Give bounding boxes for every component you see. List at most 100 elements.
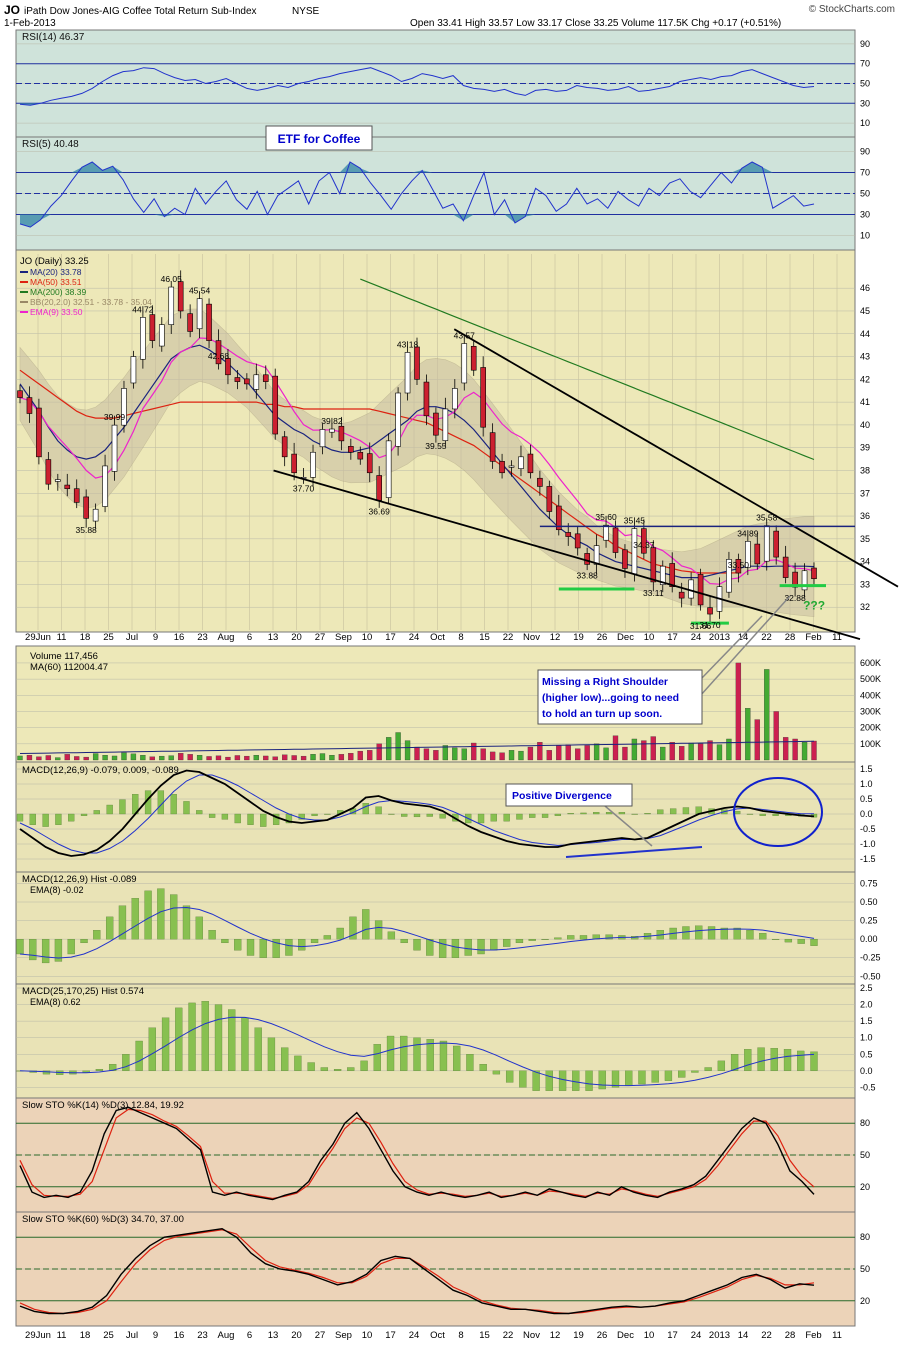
volume-tick-0: 600K [860, 658, 881, 668]
x-axis-top-label: 6 [247, 632, 252, 643]
candle-body [149, 314, 156, 341]
x-axis-top-label: 9 [153, 632, 158, 643]
macd-long-bar [148, 1027, 156, 1071]
macd-long-tick-2: 1.5 [860, 1016, 873, 1026]
x-axis-bottom-label: 11 [832, 1330, 842, 1341]
rsi14-label: RSI(14) 46.37 [22, 32, 85, 43]
volume-bar [253, 754, 259, 761]
macd-hist-label: MACD(12,26,9) Hist -0.089 [22, 874, 137, 885]
candle-body [470, 345, 477, 371]
macd-long-bar [453, 1045, 461, 1071]
macd-hist-bar [438, 938, 447, 958]
volume-bar [546, 750, 552, 761]
candle-body [111, 424, 118, 472]
volume-bar [603, 747, 609, 761]
volume-bar [159, 755, 165, 761]
macd-hist-bar [221, 938, 229, 944]
macd-histogram-bar [170, 794, 177, 815]
macd-long-bar [413, 1037, 421, 1071]
volume-bar [36, 756, 42, 761]
price-tick-8: 38 [860, 465, 870, 475]
macd-tick-3: 0.0 [860, 809, 873, 819]
macd-hist-bar [579, 935, 588, 940]
macd-hist-bar [285, 938, 293, 956]
price-annotation: 34.37 [633, 540, 655, 550]
volume-bar [206, 756, 212, 761]
volume-bar [272, 756, 278, 761]
x-axis-top-label: 11 [832, 632, 842, 643]
price-annotation: 34.89 [737, 528, 759, 538]
x-axis-top-label: 27 [315, 632, 326, 643]
x-axis-top-label: 10 [362, 632, 373, 643]
candle-body [102, 465, 108, 507]
candle-body [357, 451, 364, 460]
x-axis-top-label: Nov [523, 632, 540, 643]
macd-histogram-bar [477, 813, 485, 824]
macd-hist-bar [707, 926, 716, 940]
rsi5-tick-0: 90 [860, 147, 870, 157]
x-axis-bottom-label: 17 [667, 1330, 678, 1341]
rsi14-tick-2: 50 [860, 79, 870, 89]
volume-bar [45, 755, 52, 761]
macd-hist-bar [80, 938, 88, 944]
candle-body [442, 408, 449, 441]
price-annotation: 33.50 [728, 560, 750, 570]
chart-date: 1-Feb-2013 [4, 18, 56, 29]
macd-hist-bar [413, 938, 421, 951]
candle-body [272, 375, 279, 435]
macd-hist-bar [208, 930, 216, 940]
candle-body [782, 556, 789, 578]
macd-tick-6: -1.5 [860, 854, 876, 864]
macd-long-bar [307, 1062, 315, 1071]
x-axis-top-label: 28 [785, 632, 796, 643]
macd-histogram-bar [401, 813, 408, 817]
candle-body [603, 524, 609, 541]
macd-long-tick-5: 0.0 [860, 1066, 873, 1076]
macd-hist-bar [336, 927, 344, 940]
macd-histogram-bar [68, 813, 75, 822]
x-axis-bottom-label: 17 [385, 1330, 396, 1341]
macd-label: MACD(12,26,9) -0.079, 0.009, -0.089 [22, 765, 179, 776]
price-annotation: 35.88 [76, 525, 98, 535]
volume-bar [697, 743, 704, 761]
price-tick-5: 41 [860, 397, 870, 407]
x-axis-bottom-label: 10 [644, 1330, 655, 1341]
volume-bar [518, 750, 524, 761]
volume-bar [423, 748, 430, 761]
volume-bar [414, 746, 420, 761]
volume-bar [196, 754, 203, 761]
x-axis-bottom-label: 6 [247, 1330, 252, 1341]
candle-body [433, 412, 439, 436]
volume-bar [168, 755, 174, 761]
volume-bar [764, 669, 770, 761]
macd-long-bar [360, 1060, 368, 1071]
volume-bar [612, 735, 619, 761]
candle-body [348, 446, 354, 453]
x-axis-bottom-label: Jul [126, 1330, 138, 1341]
x-axis-top-label: 23 [197, 632, 208, 643]
volume-bar [433, 750, 439, 761]
macd-histogram-bar [516, 813, 523, 820]
macd-hist-bar [144, 890, 152, 940]
sto60-tick-2: 20 [860, 1296, 870, 1306]
volume-bar [74, 756, 80, 761]
volume-bar [404, 740, 411, 761]
macd-panel [15, 761, 856, 873]
x-axis-bottom-label: Feb [805, 1330, 821, 1341]
x-axis-bottom-label: 10 [362, 1330, 373, 1341]
volume-bar [584, 745, 590, 761]
candle-body [452, 388, 458, 410]
price-label: JO (Daily) 33.25 [20, 256, 89, 267]
macd-histogram-bar [196, 810, 203, 815]
volume-tick-3: 300K [860, 706, 881, 716]
candle-body [140, 317, 146, 360]
price-tick-3: 43 [860, 352, 870, 362]
candle-body [319, 429, 326, 448]
volume-bar [234, 755, 241, 761]
macd-long-tick-4: 0.5 [860, 1049, 873, 1059]
rsi14-tick-0: 90 [860, 39, 870, 49]
macd-hist-tick-3: 0.00 [860, 934, 878, 944]
volume-bar [263, 755, 269, 761]
volume-bar [282, 754, 288, 761]
macd-long-bar [598, 1070, 606, 1090]
